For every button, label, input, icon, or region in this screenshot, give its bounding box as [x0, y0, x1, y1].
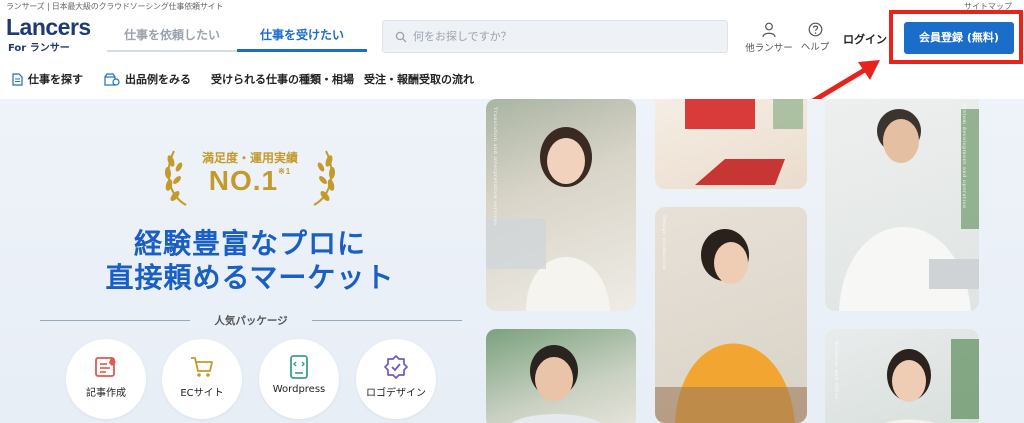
photo-caption: Business and office [833, 341, 839, 400]
package-label: 記事作成 [86, 388, 126, 399]
help-button[interactable]: ヘルプ [798, 22, 832, 53]
award-subtitle: 満足度・運用実績 [201, 151, 298, 165]
photo-smiling-man [486, 329, 636, 423]
package-label: Wordpress [272, 384, 326, 395]
award-badge: 満足度・運用実績 NO.1※1 [160, 145, 340, 211]
nav-find-jobs[interactable]: 仕事を探す [12, 71, 83, 87]
package-label: ロゴデザイン [366, 388, 426, 399]
site-tagline: ランサーズ | 日本最大級のクラウドソーシング仕事依頼サイト [6, 2, 224, 11]
package-label: ECサイト [180, 388, 224, 399]
document-icon [12, 72, 23, 86]
award-rank: NO.1 [208, 165, 279, 196]
help-label: ヘルプ [800, 42, 830, 53]
popular-packages-heading: 人気パッケージ [40, 313, 462, 327]
search-box[interactable] [382, 20, 728, 53]
photo-translator-woman: Translation and interpretation services [486, 99, 636, 311]
code-tablet-icon [290, 355, 308, 379]
photo-designer-woman: Design production [655, 207, 807, 423]
person-photo-illustration [486, 127, 610, 311]
package-logo-design[interactable]: ロゴデザイン [356, 339, 436, 419]
photo-laptop-work [655, 99, 807, 189]
nav-view-listings-label: 出品例をみる [125, 73, 191, 86]
tab-request-work[interactable]: 仕事を依頼したい [107, 20, 237, 52]
photo-caption: Translation and interpretation services [492, 107, 498, 226]
award-title: NO.1※1 [160, 165, 340, 197]
hero-headline: 経験豊富なプロに 直接頼めるマーケット [60, 227, 440, 295]
photo-developer-man: System development and operation [825, 99, 979, 311]
award-footnote: ※1 [278, 167, 292, 176]
person-photo-illustration [839, 109, 979, 311]
nav-find-jobs-label: 仕事を探す [28, 73, 83, 86]
search-input[interactable] [413, 30, 713, 43]
person-photo-illustration [884, 339, 979, 423]
logo-wordmark: Lancers [6, 14, 91, 40]
lancers-logo[interactable]: Lancers For ランサー [6, 15, 96, 54]
tab-find-work[interactable]: 仕事を受けたい [237, 20, 367, 52]
logo-subtitle: For ランサー [8, 43, 70, 54]
cart-icon [191, 357, 213, 377]
nav-job-types[interactable]: 受けられる仕事の種類・相場 [211, 71, 354, 87]
headline-line-1: 経験豊富なプロに [133, 227, 366, 260]
person-photo-illustration [511, 345, 601, 423]
photo-caption: System development and operation [961, 103, 967, 209]
laptop-photo-illustration [685, 99, 803, 185]
badge-check-icon [384, 355, 408, 379]
package-ec-site[interactable]: ECサイト [162, 339, 242, 419]
other-lancers-button[interactable]: 他ランサー [743, 22, 795, 54]
divider-right [312, 320, 462, 321]
search-icon [395, 31, 407, 42]
person-icon [762, 22, 776, 38]
article-icon [95, 357, 116, 377]
shop-icon [104, 72, 120, 86]
signup-button[interactable]: 会員登録 (無料) [904, 22, 1014, 54]
help-icon [808, 22, 822, 37]
headline-line-2: 直接頼めるマーケット [105, 261, 395, 294]
other-lancers-label: 他ランサー [745, 43, 793, 54]
photo-business-woman: Business and office [825, 329, 979, 423]
photo-caption: Design production [661, 215, 667, 271]
login-link[interactable]: ログイン [843, 31, 887, 47]
nav-view-listings[interactable]: 出品例をみる [104, 71, 191, 87]
hero-section: 満足度・運用実績 NO.1※1 経験豊富なプロに 直接頼めるマーケット 人気パッ… [0, 99, 1024, 423]
nav-order-flow[interactable]: 受注・報酬受取の流れ [364, 71, 474, 87]
package-article-writing[interactable]: 記事作成 [66, 339, 146, 419]
person-photo-illustration [655, 229, 807, 423]
package-wordpress[interactable]: Wordpress [259, 339, 339, 419]
